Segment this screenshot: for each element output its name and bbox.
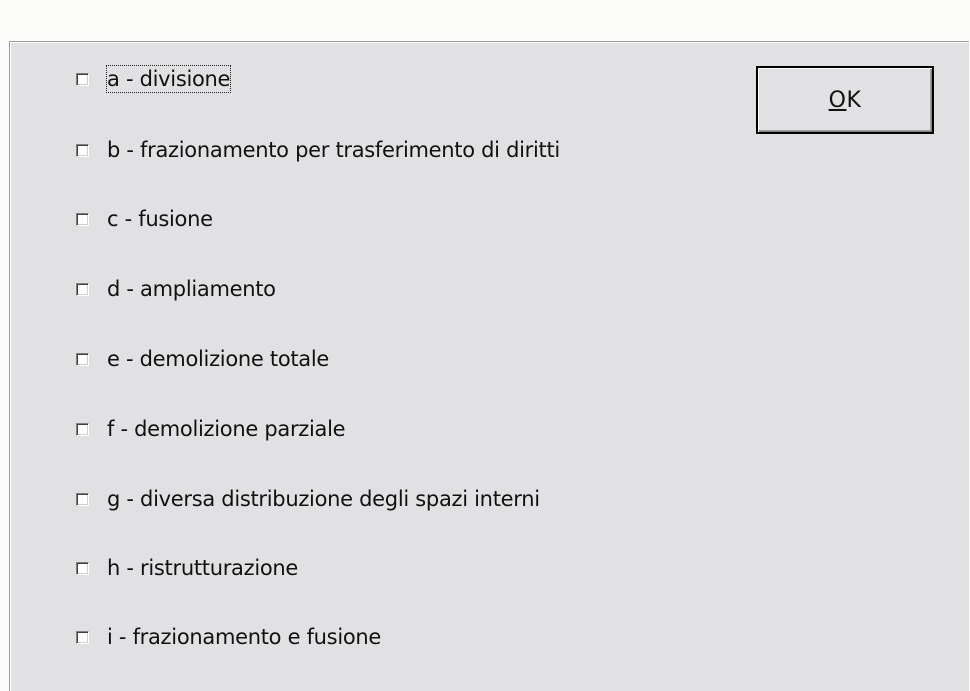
option-i-frazionamento-fusione[interactable]: i - frazionamento e fusione: [76, 623, 382, 651]
checkbox-c[interactable]: [76, 213, 89, 226]
option-a-divisione[interactable]: a - divisione: [76, 65, 232, 93]
ok-button-label-rest: K: [846, 87, 862, 113]
checkbox-a[interactable]: [76, 73, 89, 86]
option-label-d: d - ampliamento: [107, 277, 276, 301]
checkbox-f[interactable]: [76, 423, 89, 436]
ok-button[interactable]: OK: [756, 66, 934, 134]
checkbox-d[interactable]: [76, 283, 89, 296]
option-label-i: i - frazionamento e fusione: [107, 625, 382, 649]
option-label-f: f - demolizione parziale: [107, 417, 346, 441]
checkbox-b[interactable]: [76, 144, 89, 157]
option-c-fusione[interactable]: c - fusione: [76, 205, 214, 233]
option-e-demolizione-totale[interactable]: e - demolizione totale: [76, 345, 330, 373]
option-label-c: c - fusione: [107, 207, 213, 231]
option-h-ristrutturazione[interactable]: h - ristrutturazione: [76, 554, 299, 582]
checkbox-g[interactable]: [76, 493, 89, 506]
option-label-e: e - demolizione totale: [107, 347, 330, 371]
option-label-a: a - divisione: [106, 65, 232, 93]
option-label-h: h - ristrutturazione: [107, 556, 299, 580]
dialog-panel: a - divisione b - frazionamento per tras…: [9, 41, 969, 691]
option-b-frazionamento[interactable]: b - frazionamento per trasferimento di d…: [76, 136, 561, 164]
ok-button-label: OK: [829, 88, 862, 113]
option-f-demolizione-parziale[interactable]: f - demolizione parziale: [76, 415, 346, 443]
checkbox-h[interactable]: [76, 562, 89, 575]
checkbox-i[interactable]: [76, 631, 89, 644]
option-label-g: g - diversa distribuzione degli spazi in…: [107, 487, 540, 511]
option-d-ampliamento[interactable]: d - ampliamento: [76, 275, 277, 303]
option-label-b: b - frazionamento per trasferimento di d…: [107, 138, 560, 162]
ok-button-mnemonic: O: [828, 87, 847, 113]
option-g-diversa-distribuzione[interactable]: g - diversa distribuzione degli spazi in…: [76, 485, 541, 513]
checkbox-e[interactable]: [76, 353, 89, 366]
